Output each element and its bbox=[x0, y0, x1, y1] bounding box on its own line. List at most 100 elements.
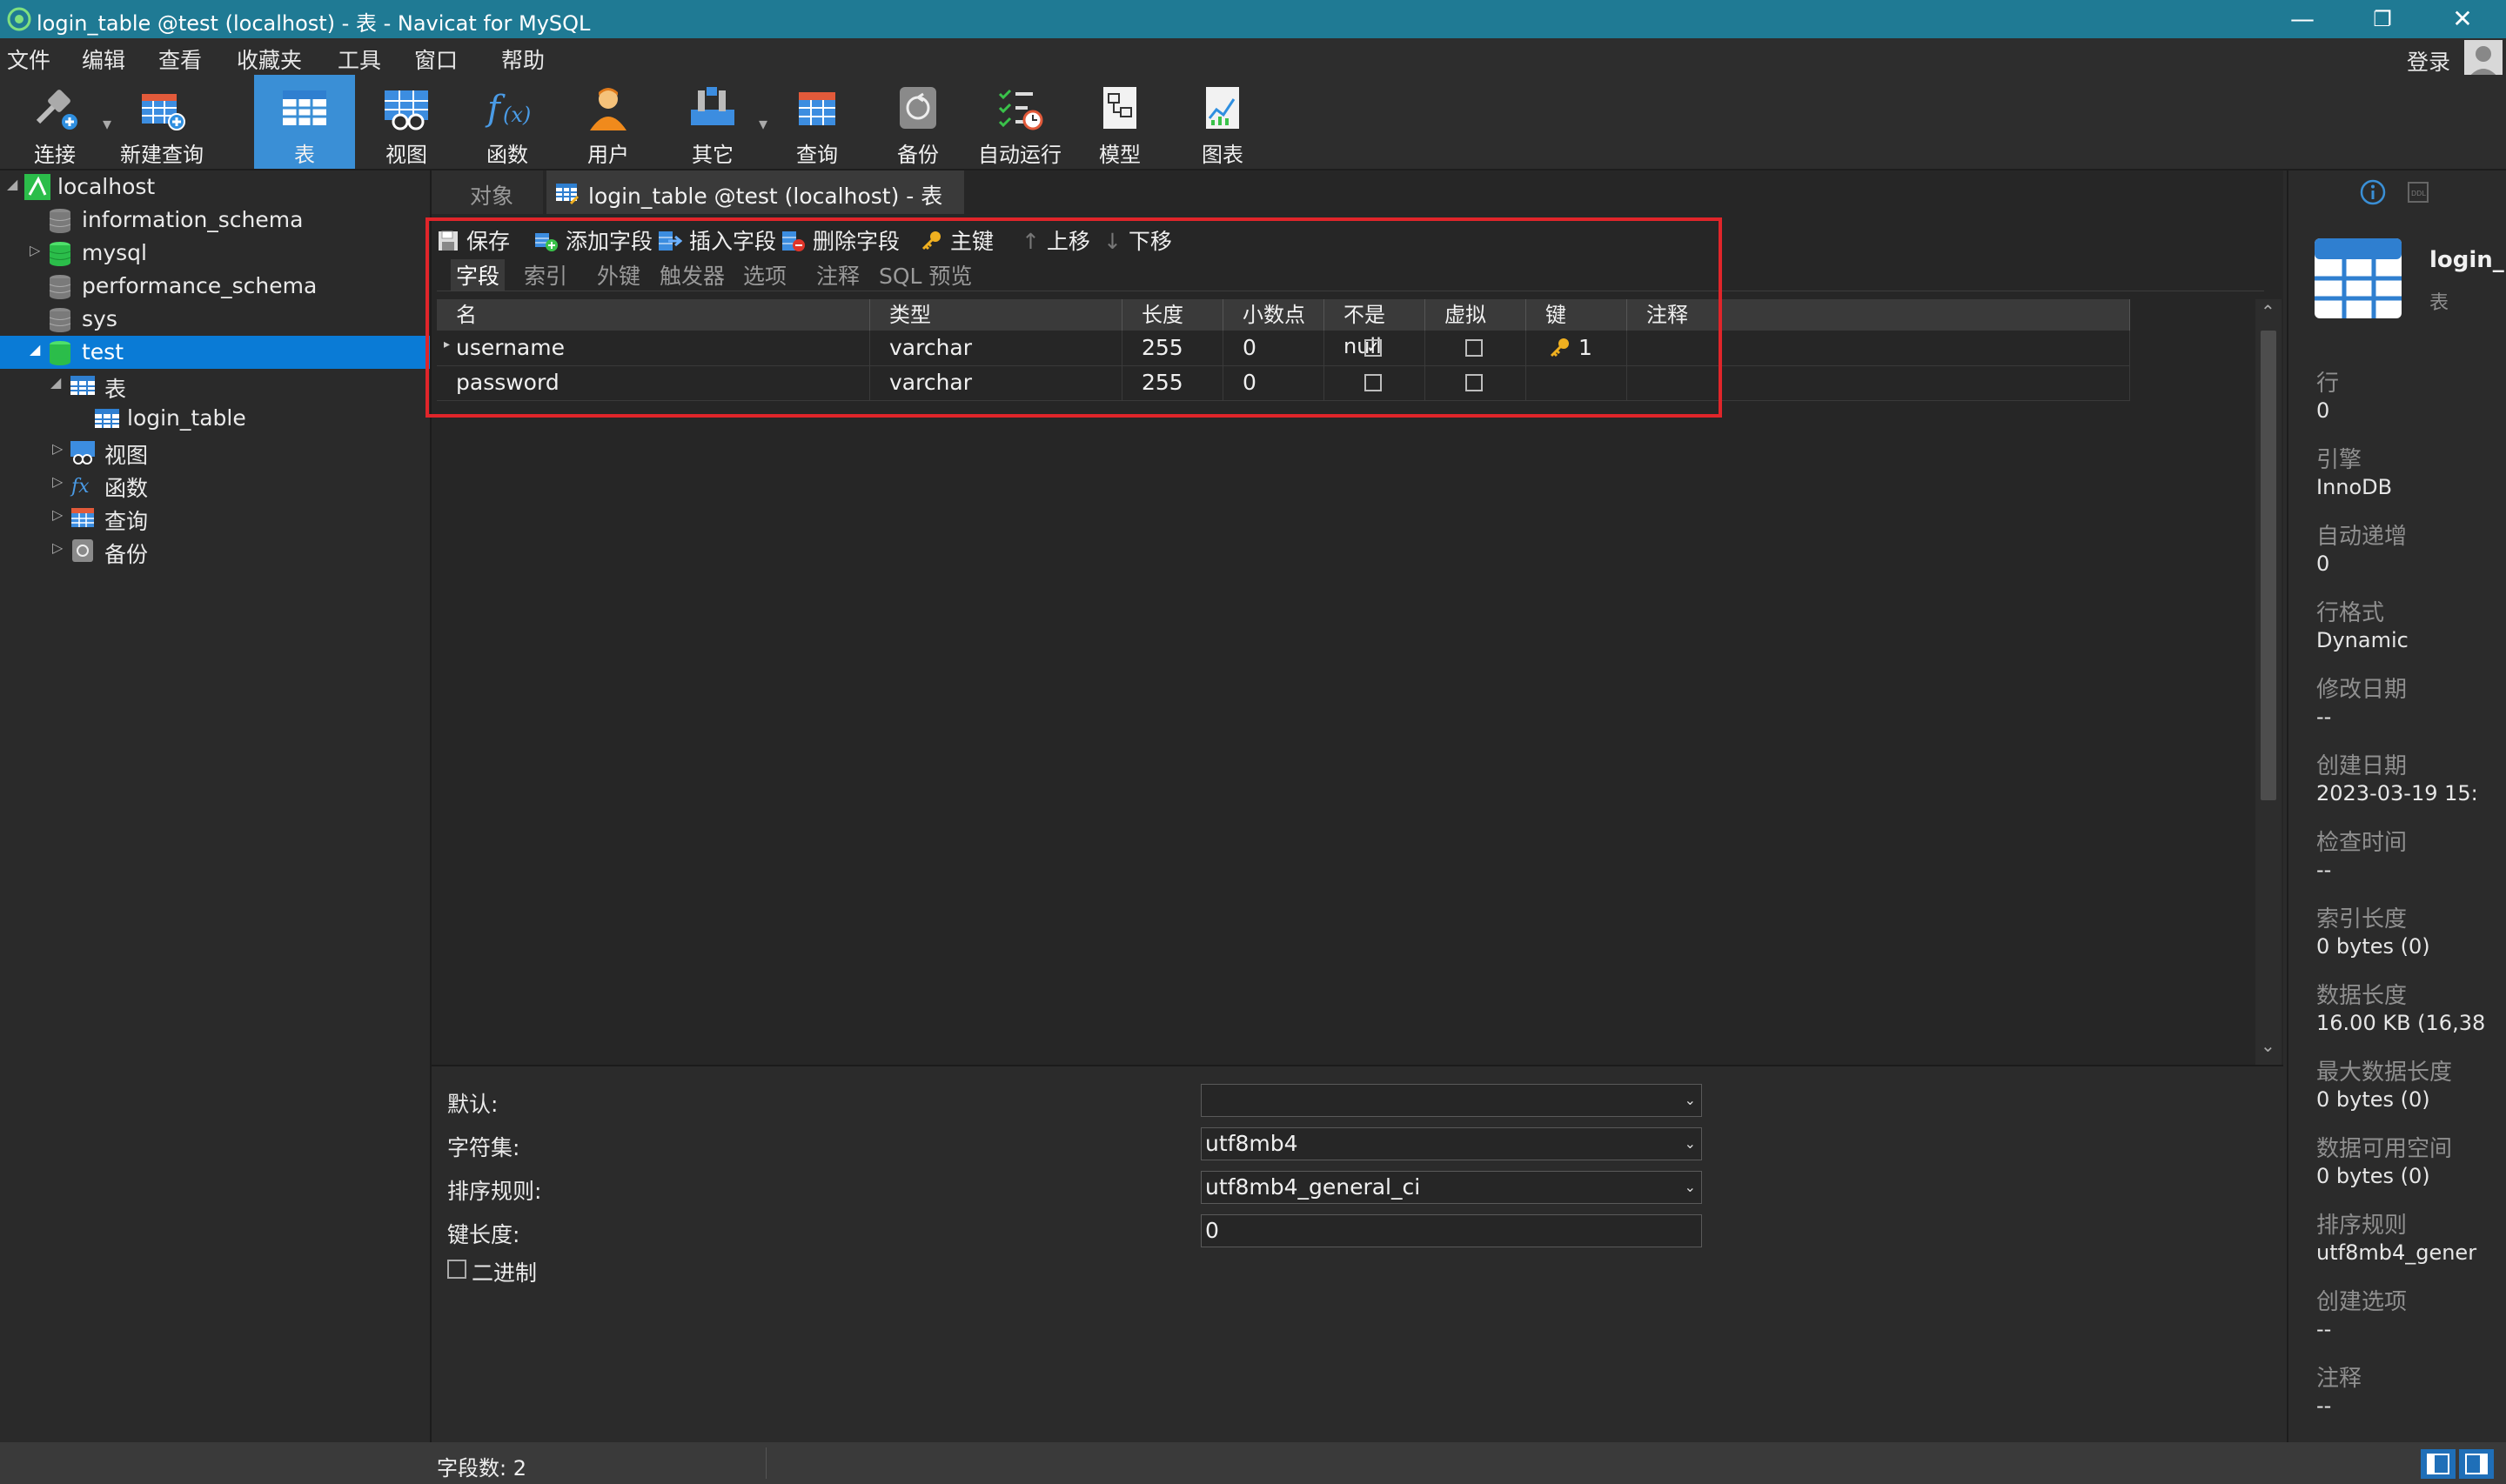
layout-left-icon[interactable] bbox=[2421, 1449, 2456, 1479]
collapse-arrow-icon[interactable]: ◢ bbox=[50, 374, 61, 391]
tree-node-tables[interactable]: ◢ 表 bbox=[0, 369, 430, 402]
database-icon bbox=[49, 275, 71, 299]
auto-run-icon bbox=[998, 89, 1043, 130]
info-label-max-data-length: 最大数据长度 bbox=[2316, 1060, 2453, 1086]
database-icon bbox=[49, 209, 71, 233]
table-icon bbox=[283, 90, 326, 125]
menu-tools[interactable]: 工具 bbox=[338, 43, 381, 75]
menu-bar: 文件 编辑 查看 收藏夹 工具 窗口 帮助 bbox=[0, 38, 2506, 75]
info-value-data-length: 16.00 KB (16,38 bbox=[2316, 1011, 2486, 1035]
toolbar-other-button[interactable]: 其它 bbox=[665, 75, 761, 169]
expand-arrow-icon[interactable]: ▷ bbox=[52, 440, 63, 457]
toolbar-table-button[interactable]: 表 bbox=[254, 75, 355, 169]
field-properties: 默认: ⌄ 字符集: utf8mb4 ⌄ 排序规则: utf8mb4_gener… bbox=[432, 1065, 2283, 1444]
table-large-icon bbox=[2315, 238, 2402, 318]
expand-arrow-icon[interactable]: ▷ bbox=[52, 473, 63, 490]
connect-dropdown-arrow[interactable]: ▾ bbox=[103, 113, 111, 134]
close-button[interactable]: ✕ bbox=[2426, 0, 2499, 38]
scrollbar-thumb[interactable] bbox=[2261, 331, 2276, 800]
view-icon bbox=[70, 441, 95, 465]
menu-edit[interactable]: 编辑 bbox=[82, 43, 125, 75]
tab-login-table[interactable]: login_table @test (localhost) - 表 bbox=[546, 170, 964, 214]
login-link[interactable]: 登录 bbox=[2407, 45, 2450, 77]
info-label-collation: 排序规则 bbox=[2316, 1213, 2408, 1239]
info-value-data-free: 0 bytes (0) bbox=[2316, 1164, 2430, 1188]
expand-arrow-icon[interactable]: ▷ bbox=[52, 539, 63, 556]
tree-node-localhost[interactable]: ◢ localhost bbox=[0, 170, 430, 204]
tree-node-mysql[interactable]: ▷ mysql bbox=[0, 237, 430, 270]
tree-node-performance-schema[interactable]: performance_schema bbox=[0, 270, 430, 303]
info-value-collation: utf8mb4_gener bbox=[2316, 1240, 2477, 1265]
info-label-rows: 行 bbox=[2316, 371, 2340, 397]
toolbar-new-query-button[interactable]: 新建查询 bbox=[113, 75, 211, 169]
info-value-auto-increment: 0 bbox=[2316, 551, 2330, 576]
database-icon bbox=[49, 242, 71, 266]
table-icon bbox=[70, 376, 95, 395]
layout-right-icon[interactable] bbox=[2459, 1449, 2494, 1479]
tab-objects[interactable]: 对象 bbox=[432, 170, 543, 214]
collapse-arrow-icon[interactable]: ◢ bbox=[7, 176, 17, 192]
toolbar-user-button[interactable]: 用户 bbox=[560, 75, 656, 169]
restore-button[interactable]: ❐ bbox=[2346, 0, 2419, 38]
toolbar-auto-run-button[interactable]: 自动运行 bbox=[971, 75, 1069, 169]
info-value-max-data-length: 0 bytes (0) bbox=[2316, 1087, 2430, 1112]
tree-node-login-table[interactable]: login_table bbox=[0, 402, 430, 435]
view-icon bbox=[385, 90, 428, 130]
connect-icon bbox=[36, 90, 77, 130]
charset-select[interactable]: utf8mb4 ⌄ bbox=[1201, 1127, 1702, 1160]
ddl-icon[interactable]: DDL bbox=[2407, 181, 2429, 204]
info-label-data-free: 数据可用空间 bbox=[2316, 1136, 2453, 1162]
info-label-row-format: 行格式 bbox=[2316, 600, 2385, 626]
info-value-check-time: -- bbox=[2316, 858, 2332, 882]
info-value-create-options: -- bbox=[2316, 1317, 2332, 1341]
menu-view[interactable]: 查看 bbox=[158, 43, 202, 75]
toolbar-function-button[interactable]: f (x) 函数 bbox=[459, 75, 555, 169]
info-label-created: 创建日期 bbox=[2316, 753, 2408, 779]
toolbar-chart-button[interactable]: 图表 bbox=[1175, 75, 1270, 169]
scroll-up-icon[interactable]: ⌃ bbox=[2261, 301, 2275, 322]
menu-file[interactable]: 文件 bbox=[7, 43, 50, 75]
default-select[interactable]: ⌄ bbox=[1201, 1084, 1702, 1117]
minimize-button[interactable]: — bbox=[2266, 0, 2339, 38]
info-label-modified: 修改日期 bbox=[2316, 677, 2408, 703]
table-icon bbox=[95, 409, 119, 428]
toolbar-backup-button[interactable]: 备份 bbox=[870, 75, 966, 169]
collation-select[interactable]: utf8mb4_general_ci ⌄ bbox=[1201, 1171, 1702, 1204]
info-label-index-length: 索引长度 bbox=[2316, 906, 2408, 933]
database-icon bbox=[49, 308, 71, 332]
user-icon bbox=[590, 88, 626, 130]
menu-window[interactable]: 窗口 bbox=[414, 43, 458, 75]
toolbar-view-button[interactable]: 视图 bbox=[358, 75, 454, 169]
info-icon[interactable] bbox=[2360, 179, 2386, 205]
info-value-index-length: 0 bytes (0) bbox=[2316, 934, 2430, 959]
tree-node-backups[interactable]: ▷ 备份 bbox=[0, 534, 430, 567]
toolbar-model-button[interactable]: 模型 bbox=[1072, 75, 1168, 169]
tree-node-functions[interactable]: ▷ fx 函数 bbox=[0, 468, 430, 501]
tree-node-views[interactable]: ▷ 视图 bbox=[0, 435, 430, 468]
connection-icon bbox=[24, 174, 50, 200]
binary-checkbox[interactable] bbox=[447, 1260, 466, 1279]
info-value-modified: -- bbox=[2316, 705, 2332, 729]
toolbar-query-button[interactable]: 查询 bbox=[769, 75, 865, 169]
chevron-down-icon: ⌄ bbox=[1684, 1179, 1696, 1195]
expand-arrow-icon[interactable]: ▷ bbox=[30, 242, 40, 258]
expand-arrow-icon[interactable]: ▷ bbox=[52, 506, 63, 523]
other-dropdown-arrow[interactable]: ▾ bbox=[759, 113, 767, 134]
menu-help[interactable]: 帮助 bbox=[501, 43, 545, 75]
tree-node-sys[interactable]: sys bbox=[0, 303, 430, 336]
key-length-input[interactable]: 0 bbox=[1201, 1214, 1702, 1247]
menu-favorites[interactable]: 收藏夹 bbox=[237, 43, 302, 75]
avatar-icon[interactable] bbox=[2464, 40, 2503, 78]
tree-node-queries[interactable]: ▷ 查询 bbox=[0, 501, 430, 534]
scroll-down-icon[interactable]: ⌄ bbox=[2261, 1035, 2275, 1056]
field-count: 字段数: 2 bbox=[437, 1456, 526, 1481]
query-icon bbox=[71, 508, 94, 527]
tree-node-information-schema[interactable]: information_schema bbox=[0, 204, 430, 237]
status-bar: 字段数: 2 bbox=[0, 1442, 2506, 1484]
toolbar-connect-button[interactable]: 连接 bbox=[7, 75, 103, 169]
grid-scrollbar[interactable]: ⌃ ⌄ bbox=[2255, 299, 2282, 1065]
tree-node-test[interactable]: ◢ test bbox=[0, 336, 430, 369]
tab-strip: 对象 login_table @test (localhost) - 表 bbox=[432, 170, 2283, 214]
collapse-arrow-icon[interactable]: ◢ bbox=[30, 341, 40, 358]
svg-text:fx: fx bbox=[70, 476, 90, 498]
